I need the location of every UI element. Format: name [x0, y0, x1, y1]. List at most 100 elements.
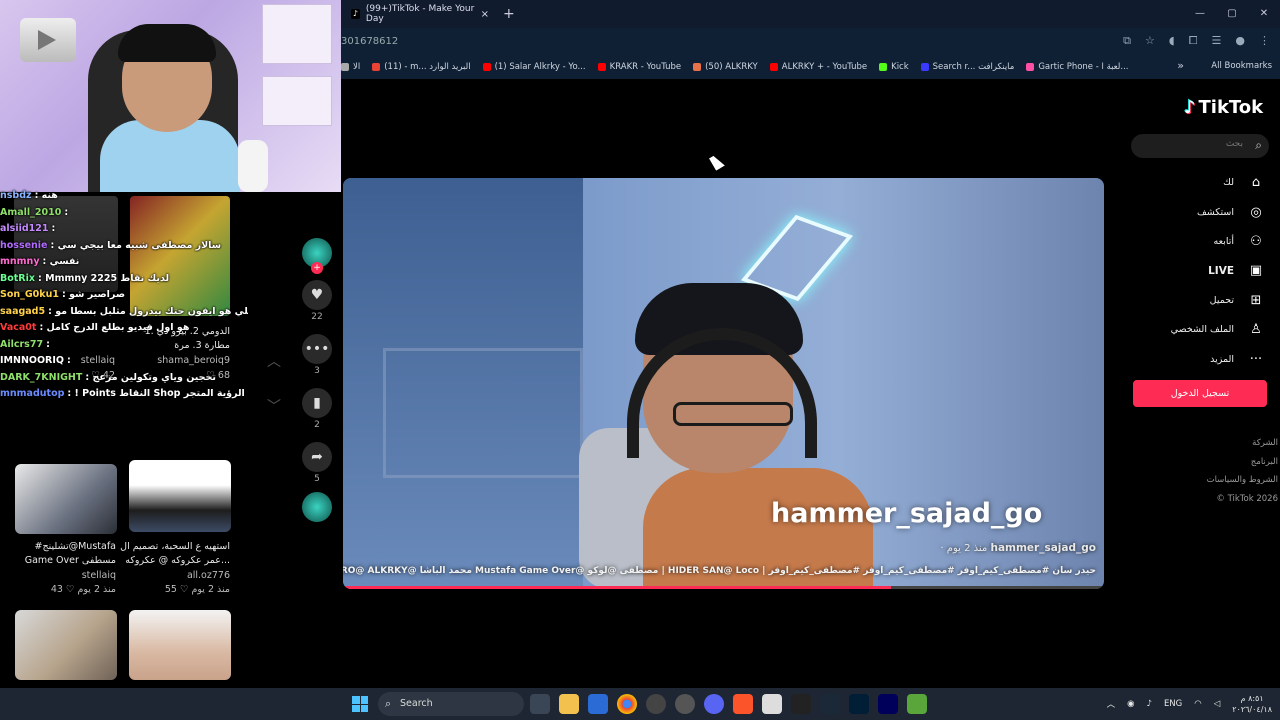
url-text[interactable]: 301678612 [341, 36, 398, 47]
close-window-button[interactable]: ✕ [1248, 0, 1280, 28]
card-user: stellaiq [80, 355, 115, 366]
chat-text: : اوكلي هو ايفون حتك بيدرول مثلبل بسطا م… [48, 305, 248, 317]
clock[interactable]: ٨:٥١ م ٢٠٢٦/٠٤/١٨ [1232, 693, 1272, 715]
video-progress[interactable] [343, 586, 1104, 589]
store-icon[interactable] [588, 694, 608, 714]
video-card[interactable] [129, 460, 231, 532]
bookmark-item[interactable]: Kick [879, 62, 909, 72]
discord-icon[interactable] [704, 694, 724, 714]
video-player[interactable]: hammer_sajad_go · منذ 2 يوم hammer_sajad… [343, 178, 1104, 589]
microphone-icon[interactable]: ♪ [1147, 699, 1152, 709]
minecraft-icon[interactable] [907, 694, 927, 714]
new-tab-button[interactable]: + [503, 6, 515, 22]
footer-link[interactable]: البرنامج [1207, 453, 1278, 472]
bookmark-star-icon[interactable]: ☆ [1145, 34, 1155, 48]
profile-avatar-icon[interactable]: ● [1235, 34, 1245, 48]
tiktok-note-icon: ♪ [1184, 97, 1196, 118]
windows-start-icon[interactable] [352, 696, 368, 712]
bookmark-item[interactable]: (11) - m... البريد الوارد [372, 62, 471, 72]
menu-icon[interactable]: ⋮ [1259, 34, 1270, 48]
bookmark-item[interactable]: KRAKR - YouTube [597, 62, 681, 72]
bookmark-item[interactable]: (1) Salar Alkrky - Yo... [482, 62, 586, 72]
chat-username[interactable]: mnmadutop [0, 388, 64, 399]
video-card[interactable] [15, 610, 117, 680]
volume-icon[interactable]: ◁ [1214, 699, 1221, 709]
chrome-icon[interactable] [617, 694, 637, 714]
photoshop-icon[interactable] [849, 694, 869, 714]
brave-icon[interactable] [733, 694, 753, 714]
file-explorer-icon[interactable] [559, 694, 579, 714]
chat-username[interactable]: hossenie [0, 240, 48, 251]
chat-username[interactable]: Amall_2010 [0, 207, 61, 218]
nav-item[interactable]: المزيد ··· [1140, 344, 1266, 373]
bookmarks-overflow-button[interactable]: » [1177, 59, 1184, 72]
bookmark-item[interactable]: Gartic Phone - لعبة ا... [1026, 62, 1129, 72]
bookmark-favicon-icon [1026, 63, 1035, 71]
tab-tiktok[interactable]: ♪ (99+)TikTok - Make Your Day × [345, 2, 495, 26]
task-view-icon[interactable] [530, 694, 550, 714]
chat-username[interactable]: nsbdz [0, 190, 32, 201]
taskbar-search[interactable]: ⌕ Search [378, 692, 524, 716]
nav-item[interactable]: LIVE ▣ [1140, 256, 1266, 285]
premiere-icon[interactable] [878, 694, 898, 714]
bookmark-item[interactable]: Search r... ماينكرافت [920, 62, 1014, 72]
network-icon[interactable]: ◉ [1127, 699, 1134, 709]
wifi-icon[interactable]: ◠ [1194, 699, 1201, 709]
bookmark-item[interactable]: ALKRKY + - YouTube [769, 62, 867, 72]
footer-link[interactable]: © TikTok 2026 [1207, 490, 1278, 509]
video-card[interactable] [129, 610, 231, 680]
close-tab-icon[interactable]: × [481, 9, 489, 20]
bookmark-icon[interactable]: ▮ [302, 388, 332, 418]
video-shelf [383, 348, 583, 478]
search-placeholder: بحث [1225, 139, 1243, 149]
heart-icon[interactable]: ♥ [302, 280, 332, 310]
nav-item[interactable]: استكشف ◎ [1140, 197, 1266, 226]
video-author[interactable]: hammer_sajad_go [990, 542, 1096, 554]
chat-username[interactable]: Ailcrs77 [0, 339, 43, 350]
minimize-button[interactable]: — [1184, 0, 1216, 28]
creator-avatar[interactable]: + [302, 238, 332, 274]
profile-icon: ♙ [1250, 322, 1262, 338]
sound-disc-avatar[interactable] [302, 492, 332, 522]
video-card[interactable] [15, 464, 117, 534]
share-icon[interactable]: ➦ [302, 442, 332, 472]
scroll-down-button[interactable]: ﹀ [262, 395, 286, 419]
chat-username[interactable]: Son_G0ku1 [0, 289, 59, 300]
chat-username[interactable]: saagad5 [0, 306, 45, 317]
capcut-icon[interactable] [791, 694, 811, 714]
chat-username[interactable]: mnmny [0, 256, 40, 267]
nav-item[interactable]: تحميل ⊞ [1140, 286, 1266, 315]
chat-username[interactable]: BotRix [0, 273, 35, 284]
nav-item[interactable]: لك ⌂ [1140, 168, 1266, 197]
footer-link[interactable]: الشروط والسياسات [1207, 471, 1278, 490]
wall-shelf [262, 4, 332, 64]
scroll-up-button[interactable]: ︿ [262, 350, 286, 374]
obs-icon[interactable] [646, 694, 666, 714]
chat-username[interactable]: alsiid121 [0, 223, 48, 234]
comment-icon[interactable]: ••• [302, 334, 332, 364]
maximize-button[interactable]: ▢ [1216, 0, 1248, 28]
extensions-icon[interactable]: ⧠ [1189, 34, 1198, 48]
install-app-icon[interactable]: ⧉ [1123, 34, 1131, 48]
follow-plus-icon[interactable]: + [311, 262, 323, 274]
bookmark-item[interactable]: (50) ALKRKY [693, 62, 758, 72]
login-button[interactable]: تسجيل الدخول [1133, 380, 1267, 407]
audio-icon[interactable]: ◖ [1169, 34, 1175, 48]
tray-chevron-icon[interactable]: ︿ [1107, 698, 1116, 710]
steam-icon[interactable] [820, 694, 840, 714]
bookmark-item[interactable]: الا [341, 62, 360, 72]
language-indicator[interactable]: ENG [1164, 699, 1182, 709]
all-bookmarks-button[interactable]: All Bookmarks [1211, 61, 1272, 71]
app-icon[interactable] [762, 694, 782, 714]
tiktok-logo[interactable]: ♪ TikTok [1184, 97, 1263, 118]
bookmark-favicon-icon [341, 63, 349, 71]
bookmark-favicon-icon [372, 63, 381, 71]
chat-username[interactable]: Vaca0t [0, 322, 36, 333]
nav-item[interactable]: أتابعه ⚇ [1140, 227, 1266, 256]
footer-link[interactable]: الشركة [1207, 434, 1278, 453]
search-input[interactable]: بحث ⌕ [1131, 134, 1269, 158]
reading-list-icon[interactable]: ☰ [1212, 34, 1222, 48]
settings-gear-icon[interactable] [675, 694, 695, 714]
search-icon[interactable]: ⌕ [1255, 138, 1262, 153]
nav-item[interactable]: الملف الشخصي ♙ [1140, 315, 1266, 344]
